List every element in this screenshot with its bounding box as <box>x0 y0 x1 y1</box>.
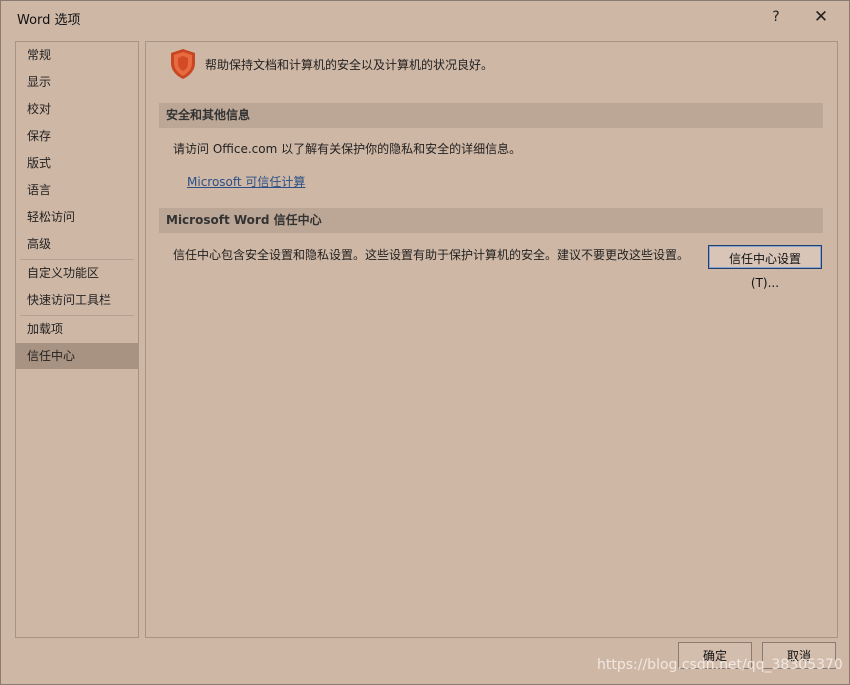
trust-center-description: 信任中心包含安全设置和隐私设置。这些设置有助于保护计算机的安全。建议不要更改这些… <box>173 248 690 262</box>
sidebar-item-save[interactable]: 保存 <box>16 123 138 149</box>
privacy-info-text: 请访问 Office.com 以了解有关保护你的隐私和安全的详细信息。 <box>173 142 522 156</box>
sidebar-item-advanced[interactable]: 高级 <box>16 231 138 257</box>
section-header-security-info: 安全和其他信息 <box>159 103 823 128</box>
options-sidebar: 常规 显示 校对 保存 版式 语言 轻松访问 高级 自定义功能区 快速访问工具栏… <box>15 41 139 638</box>
options-dialog: Word 选项 ? ✕ 常规 显示 校对 保存 版式 语言 轻松访问 高级 自定… <box>0 0 850 685</box>
intro-text: 帮助保持文档和计算机的安全以及计算机的状况良好。 <box>205 58 494 72</box>
close-button[interactable]: ✕ <box>801 3 841 31</box>
shield-icon <box>171 49 195 79</box>
sidebar-item-customize-ribbon[interactable]: 自定义功能区 <box>16 260 138 286</box>
sidebar-item-display[interactable]: 显示 <box>16 69 138 95</box>
trustworthy-computing-link[interactable]: Microsoft 可信任计算 <box>187 173 305 190</box>
trust-center-panel: 帮助保持文档和计算机的安全以及计算机的状况良好。 安全和其他信息 请访问 Off… <box>145 41 838 638</box>
dialog-title: Word 选项 <box>17 13 81 28</box>
title-bar: Word 选项 ? ✕ <box>1 1 849 33</box>
trust-center-settings-button[interactable]: 信任中心设置(T)... <box>708 245 822 290</box>
sidebar-item-trust-center[interactable]: 信任中心 <box>16 343 138 369</box>
sidebar-item-language[interactable]: 语言 <box>16 177 138 203</box>
sidebar-item-accessibility[interactable]: 轻松访问 <box>16 204 138 230</box>
sidebar-item-quick-access-toolbar[interactable]: 快速访问工具栏 <box>16 287 138 313</box>
watermark-text: https://blog.csdn.net/qq_38305370 <box>597 657 843 673</box>
section-header-trust-center: Microsoft Word 信任中心 <box>159 208 823 233</box>
sidebar-item-proofing[interactable]: 校对 <box>16 96 138 122</box>
sidebar-item-addins[interactable]: 加载项 <box>16 316 138 342</box>
sidebar-item-layout[interactable]: 版式 <box>16 150 138 176</box>
help-button[interactable]: ? <box>756 3 796 31</box>
sidebar-item-general[interactable]: 常规 <box>16 42 138 68</box>
